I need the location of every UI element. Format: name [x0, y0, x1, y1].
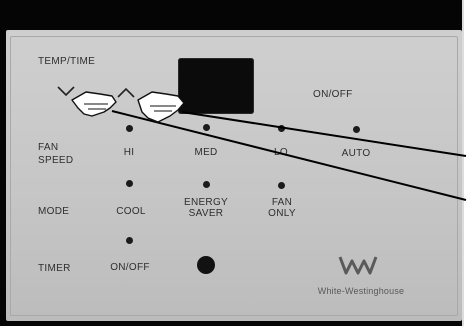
timer-on-off-button[interactable]: ON/OFF — [110, 262, 150, 273]
brand-name: White-Westinghouse — [317, 286, 405, 296]
fan-med-indicator — [203, 124, 210, 131]
fan-lo-button[interactable]: LO — [274, 147, 288, 158]
lcd-display — [178, 58, 254, 114]
temp-time-label: TEMP/TIME — [38, 56, 96, 67]
power-on-off-label[interactable]: ON/OFF — [313, 89, 353, 100]
fan-hi-button[interactable]: HI — [124, 147, 135, 158]
mode-fan-only-button[interactable]: FAN ONLY — [262, 197, 302, 219]
fan-lo-indicator — [278, 125, 285, 132]
timer-indicator — [126, 237, 133, 244]
temp-up-arrow-button[interactable] — [116, 86, 136, 100]
fan-auto-button[interactable]: AUTO — [342, 148, 371, 159]
mode-energy-saver-indicator — [203, 181, 210, 188]
mode-label: MODE — [38, 206, 70, 217]
mode-cool-indicator — [126, 180, 133, 187]
fan-speed-label: FAN SPEED — [38, 142, 74, 166]
mode-energy-saver-button[interactable]: ENERGY SAVER — [178, 197, 234, 219]
temp-down-arrow-button[interactable] — [56, 84, 76, 98]
timer-push-button[interactable] — [197, 256, 215, 274]
fan-med-button[interactable]: MED — [194, 147, 217, 158]
mode-cool-button[interactable]: COOL — [116, 206, 146, 217]
fan-hi-indicator — [126, 125, 133, 132]
timer-label: TIMER — [38, 263, 71, 274]
fan-auto-indicator — [353, 126, 360, 133]
white-westinghouse-logo-icon — [338, 256, 378, 275]
mode-fan-only-indicator — [278, 182, 285, 189]
